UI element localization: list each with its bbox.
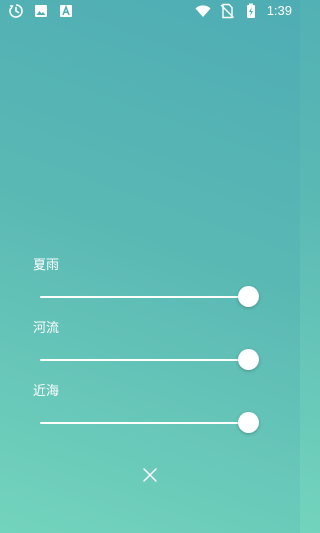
sound-row-offshore: 近海 <box>0 384 300 436</box>
image-icon <box>35 5 47 17</box>
battery-charging-icon <box>246 3 255 18</box>
sound-label: 河流 <box>33 321 60 336</box>
slider-thumb[interactable] <box>238 286 259 307</box>
sound-label: 夏雨 <box>33 258 60 273</box>
volume-slider[interactable] <box>40 412 269 434</box>
no-sim-icon <box>220 3 234 19</box>
slider-thumb[interactable] <box>238 349 259 370</box>
timer-icon <box>9 4 23 18</box>
slider-thumb[interactable] <box>238 412 259 433</box>
volume-slider[interactable] <box>40 349 269 371</box>
wifi-icon <box>195 5 211 17</box>
status-bar: 1:39 <box>0 0 300 22</box>
status-bar-notifications <box>8 3 74 19</box>
slider-track-filled <box>40 296 248 298</box>
volume-slider[interactable] <box>40 286 269 308</box>
slider-track-filled <box>40 422 248 424</box>
close-icon[interactable] <box>139 464 161 486</box>
clock: 1:39 <box>266 3 292 18</box>
sound-row-river: 河流 <box>0 321 300 373</box>
sound-row-summer-rain: 夏雨 <box>0 258 300 310</box>
status-bar-system: 1:39 <box>195 3 292 19</box>
sound-label: 近海 <box>33 384 60 399</box>
slider-track-filled <box>40 359 248 361</box>
font-icon <box>60 4 72 17</box>
